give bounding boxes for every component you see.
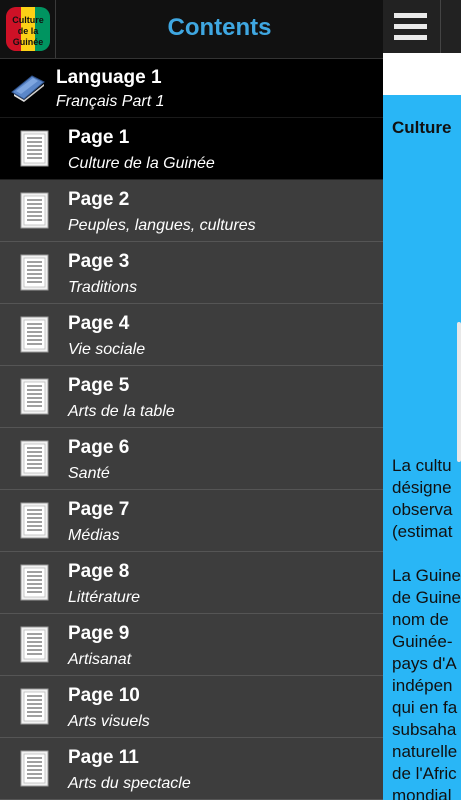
page-item-sub: Traditions [68,279,138,296]
language-item[interactable]: Language 1 Français Part 1 [0,59,383,118]
page-item-sub: Culture de la Guinée [68,155,215,172]
page-list: Page 1 Culture de la Guinée Page 2 Peuples,… [0,118,383,800]
document-icon [20,626,49,663]
page-item-label: Page 4 [68,313,130,334]
document-icon [20,130,49,167]
content-heading: Culture [392,118,452,137]
app-icon-label: Culture de la Guinée [12,15,44,47]
page-item[interactable]: Page 2 Peuples, langues, cultures [0,180,383,242]
menu-icon-bar [394,13,427,18]
content-line: Guinée- [392,632,453,651]
page-item-sub: Arts visuels [68,713,150,730]
content-paragraph-1: La cultu désigne observa (estimat [392,455,452,543]
page-item-sub: Arts du spectacle [68,775,191,792]
page-item[interactable]: Page 5 Arts de la table [0,366,383,428]
page-item-label: Page 5 [68,375,130,396]
menu-icon-bar [394,24,427,29]
drawer-header: Culture de la Guinée Contents [0,0,383,59]
content-paragraph-2: La Guine de Guine nom de Guinée-pays d'A ind… [392,565,461,800]
page-item-label: Page 9 [68,623,130,644]
scrollbar[interactable] [457,322,461,462]
menu-icon-bar [394,35,427,40]
navigation-drawer: Culture de la Guinée Contents Language 1… [0,0,383,800]
content-line: (estimat [392,522,453,541]
content-line: mondial [392,786,452,800]
page-item[interactable]: Page 7 Médias [0,490,383,552]
page-item[interactable]: Page 10 Arts visuels [0,676,383,738]
page-item-sub: Santé [68,465,110,482]
page-item-sub: Vie sociale [68,341,146,358]
document-icon [20,750,49,787]
page-item[interactable]: Page 4 Vie sociale [0,304,383,366]
content-line: La cultu [392,456,452,475]
page-item[interactable]: Page 9 Artisanat [0,614,383,676]
document-icon [20,564,49,601]
page-item-sub: Littérature [68,589,141,606]
toolbar [383,0,461,53]
document-icon [20,440,49,477]
page-item[interactable]: Page 8 Littérature [0,552,383,614]
content-line: subsaha [392,720,457,739]
document-icon [20,502,49,539]
document-icon [20,192,49,229]
page-item-sub: Arts de la table [68,403,175,420]
content-line: de l'Afric [392,764,457,783]
page-title: Contents [167,14,272,41]
page-item-label: Page 7 [68,499,130,520]
page-item-label: Page 6 [68,437,130,458]
document-icon [20,688,49,725]
content-line: désigne [392,478,452,497]
page-item[interactable]: Page 11 Arts du spectacle [0,738,383,800]
page-item[interactable]: Page 3 Traditions [0,242,383,304]
content-pane: Culture La cultu désigne observa (estimat L… [383,0,461,800]
page-item[interactable]: Page 6 Santé [0,428,383,490]
document-icon [20,316,49,353]
page-item-label: Page 2 [68,189,130,210]
page-item-label: Page 3 [68,251,130,272]
content-line: pays d'A [392,654,457,673]
content-line: indépen [392,676,453,695]
page-item-label: Page 8 [68,561,130,582]
page-item-sub: Artisanat [68,651,132,668]
content-line: nom de [392,610,449,629]
page-item-label: Page 1 [68,127,130,148]
toolbar-divider [440,0,441,53]
content-line: La Guine [392,566,461,585]
book-icon [11,75,45,102]
document-icon [20,378,49,415]
page-item-sub: Médias [68,527,120,544]
content-line: de Guine [392,588,461,607]
page-item[interactable]: Page 1 Culture de la Guinée [0,118,383,180]
content-header-bar [383,53,461,95]
document-icon [20,254,49,291]
app-icon[interactable]: Culture de la Guinée [6,7,50,51]
menu-button[interactable] [383,0,440,53]
page-item-label: Page 10 [68,685,140,706]
page-item-label: Page 11 [68,747,139,768]
language-label: Language 1 [56,67,162,88]
content-line: naturelle [392,742,458,761]
language-sub: Français Part 1 [56,93,165,110]
content-line: qui en fa [392,698,458,717]
content-line: observa [392,500,453,519]
page-item-sub: Peuples, langues, cultures [68,217,256,234]
